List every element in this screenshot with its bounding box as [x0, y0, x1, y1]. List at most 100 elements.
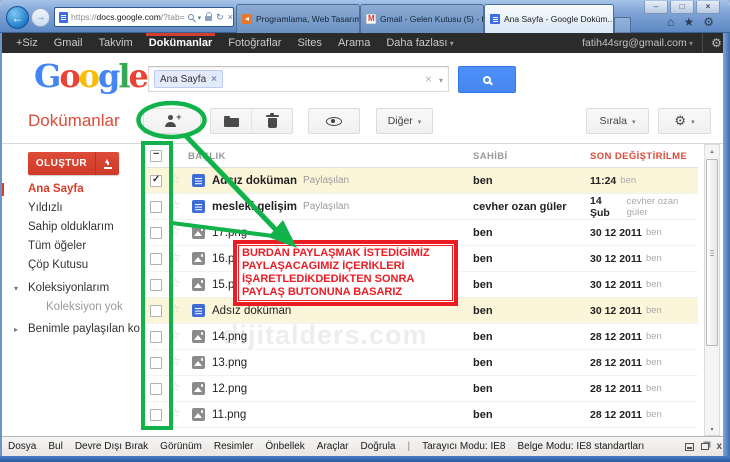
devbar-minimize-icon[interactable]: [685, 442, 695, 451]
row-checkbox[interactable]: [150, 383, 162, 395]
search-input[interactable]: Ana Sayfa: [148, 66, 449, 92]
row-checkbox[interactable]: [150, 357, 162, 369]
row-checkbox[interactable]: [150, 279, 162, 291]
star-icon[interactable]: [170, 302, 181, 316]
address-bar[interactable]: https://docs.google.com/?tab=: [54, 7, 234, 27]
table-row[interactable]: mesleki gelişim Paylaşılan cevher ozan g…: [142, 194, 698, 220]
clear-search-icon[interactable]: [425, 70, 432, 88]
search-options-chevron-icon[interactable]: [439, 70, 443, 88]
file-title[interactable]: mesleki gelişim: [212, 201, 297, 213]
table-row[interactable]: 14.png ben 28 12 2011 ben: [142, 324, 698, 350]
new-tab-button[interactable]: [614, 17, 631, 33]
table-row[interactable]: 11.png ben 28 12 2011 ben: [142, 402, 698, 428]
devbar-menu-item[interactable]: Resimler: [214, 441, 253, 452]
google-logo[interactable]: Google: [34, 57, 149, 95]
share-button[interactable]: [143, 108, 201, 134]
star-icon[interactable]: [170, 172, 181, 186]
more-actions-button[interactable]: Diğer: [376, 108, 433, 134]
devbar-menu-item[interactable]: Devre Dışı Bırak: [75, 441, 148, 452]
star-icon[interactable]: [170, 250, 181, 264]
devbar-popout-icon[interactable]: [701, 443, 710, 450]
star-icon[interactable]: [170, 380, 181, 394]
row-checkbox[interactable]: [150, 409, 162, 421]
home-icon[interactable]: [667, 15, 674, 29]
upload-button[interactable]: [95, 152, 119, 175]
window-minimize-button[interactable]: [644, 1, 668, 14]
file-title[interactable]: 11.png: [212, 409, 246, 421]
browser-tab[interactable]: Ana Sayfa - Google Doküm...: [484, 4, 614, 33]
devbar-close-icon[interactable]: [716, 441, 722, 452]
file-title[interactable]: 17.png: [212, 227, 247, 239]
google-bar-item[interactable]: +Siz: [8, 33, 46, 53]
search-icon[interactable]: [187, 14, 194, 20]
google-bar-item[interactable]: Arama: [330, 33, 378, 53]
file-title[interactable]: 14.png: [212, 331, 247, 343]
sidebar-item[interactable]: Koleksiyonlarım: [0, 279, 140, 298]
table-row[interactable]: 13.png ben 28 12 2011 ben: [142, 350, 698, 376]
stop-icon[interactable]: [228, 12, 233, 22]
move-to-folder-button[interactable]: [210, 108, 252, 134]
file-title[interactable]: 13.png: [212, 357, 247, 369]
row-checkbox[interactable]: [150, 253, 162, 265]
row-checkbox[interactable]: [150, 331, 162, 343]
devbar-menu-item[interactable]: Bul: [48, 441, 62, 452]
devbar-menu-item[interactable]: Doğrula: [360, 441, 395, 452]
star-icon[interactable]: [170, 198, 181, 212]
star-icon[interactable]: [170, 276, 181, 290]
browser-tab[interactable]: Gmail - Gelen Kutusu (5) - fati...: [360, 4, 484, 33]
expander-icon[interactable]: [14, 279, 18, 298]
search-button[interactable]: [458, 66, 516, 93]
row-checkbox[interactable]: [150, 201, 162, 213]
delete-button[interactable]: [251, 108, 293, 134]
devbar-menu-item[interactable]: Araçlar: [317, 441, 349, 452]
row-checkbox[interactable]: [150, 174, 162, 187]
file-title[interactable]: Adsız doküman: [212, 305, 291, 317]
window-maximize-button[interactable]: [670, 1, 694, 14]
google-bar-item[interactable]: Gmail: [46, 33, 91, 53]
chip-close-icon[interactable]: [211, 74, 217, 85]
row-checkbox[interactable]: [150, 305, 162, 317]
sidebar-item[interactable]: Yıldızlı: [0, 199, 140, 218]
preview-button[interactable]: [308, 108, 360, 134]
star-icon[interactable]: [170, 354, 181, 368]
devbar-menu-item[interactable]: Önbellek: [265, 441, 304, 452]
sidebar-item[interactable]: Sahip olduklarım: [0, 218, 140, 237]
star-icon[interactable]: [170, 328, 181, 342]
google-bar-item[interactable]: Fotoğraflar: [220, 33, 289, 53]
scrollbar-thumb[interactable]: [706, 159, 718, 346]
star-icon[interactable]: [170, 406, 181, 420]
sidebar-item[interactable]: Ana Sayfa: [0, 180, 140, 199]
google-bar-item[interactable]: Sites: [289, 33, 329, 53]
sort-button[interactable]: Sırala: [586, 108, 649, 134]
refresh-icon[interactable]: [216, 12, 224, 23]
google-bar-item[interactable]: Takvim: [90, 33, 140, 53]
column-header-title[interactable]: BAŞLIK: [188, 151, 226, 162]
expander-icon[interactable]: [14, 320, 18, 339]
browser-settings-gear-icon[interactable]: [703, 15, 714, 29]
google-bar-item[interactable]: Daha fazlası: [378, 33, 461, 53]
window-close-button[interactable]: [696, 1, 720, 14]
table-row[interactable]: 12.png ben 28 12 2011 ben: [142, 376, 698, 402]
vertical-scrollbar[interactable]: [704, 144, 720, 436]
star-icon[interactable]: [170, 224, 181, 238]
settings-button[interactable]: [658, 108, 711, 134]
column-header-modified[interactable]: SON DEĞİŞTİRİLME: [590, 151, 687, 162]
favorites-star-icon[interactable]: [683, 15, 694, 29]
back-button[interactable]: ←: [6, 6, 29, 29]
sidebar-item[interactable]: Koleksiyon yok: [0, 298, 140, 317]
sidebar-item[interactable]: Çöp Kutusu: [0, 256, 140, 275]
forward-button[interactable]: →: [31, 8, 50, 27]
file-title[interactable]: 12.png: [212, 383, 247, 395]
sidebar-item[interactable]: Tüm öğeler: [0, 237, 140, 256]
file-title[interactable]: Adsız doküman: [212, 175, 297, 187]
select-all-checkbox[interactable]: [150, 148, 162, 162]
devbar-menu-item[interactable]: Dosya: [8, 441, 36, 452]
column-header-owner[interactable]: SAHİBİ: [473, 151, 508, 162]
scroll-down-arrow-icon[interactable]: [705, 423, 719, 435]
url-dropdown-icon[interactable]: [198, 12, 202, 22]
browser-tab[interactable]: Programlama, Web Tasarım, Bi...: [236, 4, 360, 33]
table-row[interactable]: Adsız doküman Paylaşılan ben 11:24 ben: [142, 168, 698, 194]
account-email[interactable]: fatih44srg@gmail.com: [582, 37, 702, 49]
search-chip[interactable]: Ana Sayfa: [154, 70, 223, 88]
devbar-menu-item[interactable]: Görünüm: [160, 441, 202, 452]
